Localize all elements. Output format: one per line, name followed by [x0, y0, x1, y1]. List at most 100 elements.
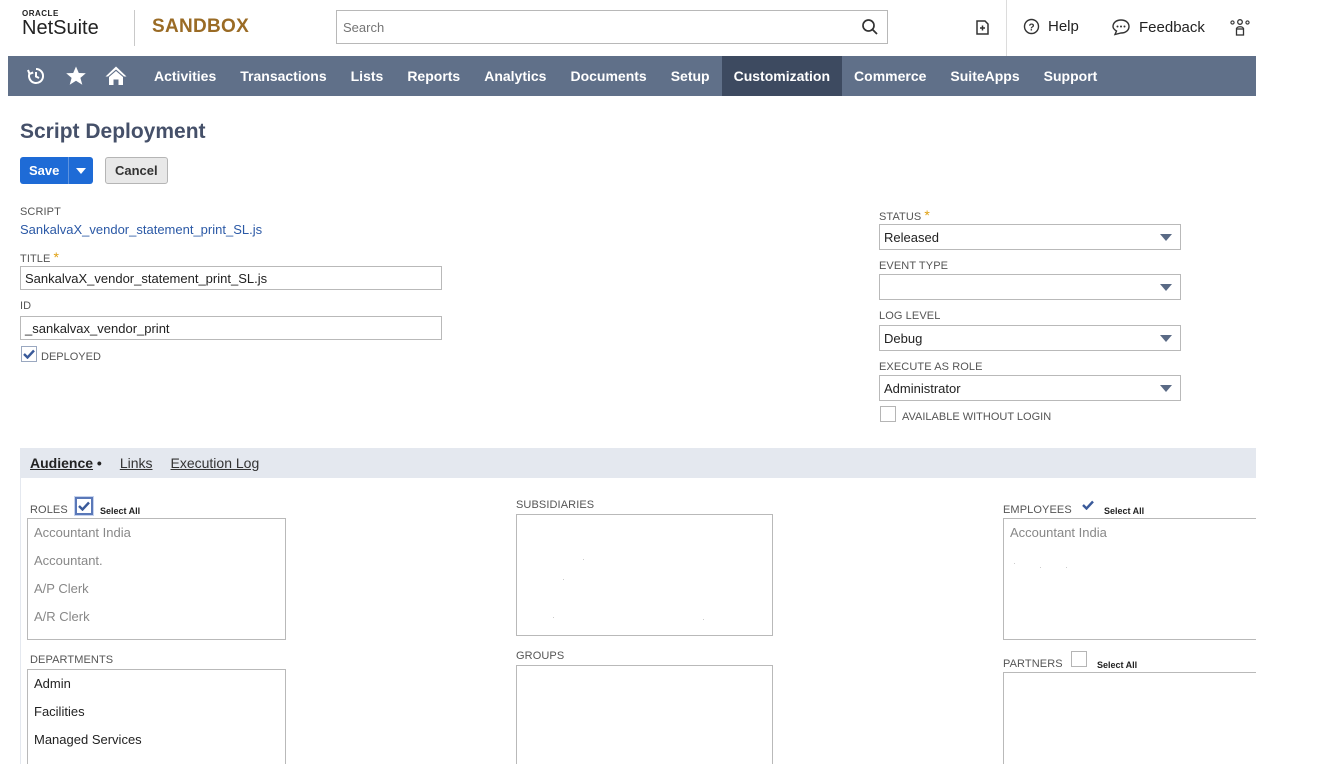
netsuite-wordmark: NetSuite [22, 17, 99, 39]
subtab-bar: Audience • Links Execution Log [20, 448, 1256, 478]
status-label: STATUS * [879, 207, 930, 223]
tab-audience[interactable]: Audience • [30, 455, 102, 471]
execute-as-role-label: EXECUTE AS ROLE [879, 361, 983, 373]
partners-select-all-checkbox[interactable] [1071, 651, 1087, 667]
log-level-select[interactable]: Debug [879, 325, 1181, 351]
search-input[interactable] [337, 11, 837, 43]
groups-listbox[interactable] [516, 665, 773, 764]
user-roles-icon[interactable] [1229, 17, 1251, 37]
chevron-down-icon [76, 167, 87, 174]
netsuite-logo[interactable]: ORACLE NetSuite [22, 9, 99, 40]
title-field[interactable]: SankalvaX_vendor_statement_print_SL.js [20, 266, 442, 290]
list-item[interactable]: Admin [28, 670, 285, 698]
feedback-label: Feedback [1139, 18, 1205, 36]
partners-select-all-label: Select All [1097, 660, 1138, 670]
employees-label: EMPLOYEES [1003, 504, 1072, 516]
help-label: Help [1048, 18, 1079, 35]
log-level-value: Debug [884, 331, 923, 346]
subsidiaries-listbox[interactable] [516, 514, 773, 636]
chevron-down-icon [1160, 335, 1172, 342]
tab-links[interactable]: Links [120, 455, 153, 471]
roles-select-all-checkbox[interactable] [75, 497, 93, 515]
id-field[interactable]: _sankalvax_vendor_print [20, 316, 442, 340]
help-link[interactable]: ? Help [1023, 18, 1079, 35]
tab-links-label: Links [119, 455, 153, 471]
event-type-select[interactable] [879, 274, 1181, 300]
departments-listbox[interactable]: Admin Facilities Managed Services [27, 669, 286, 764]
nav-item-lists[interactable]: Lists [339, 56, 396, 96]
list-item[interactable]: A/R Clerk [28, 603, 285, 631]
save-button-group: Save [20, 157, 94, 184]
list-item[interactable]: Facilities [28, 698, 285, 726]
execute-as-role-select[interactable]: Administrator [879, 375, 1181, 401]
employees-select-all-label: Select All [1104, 506, 1145, 516]
id-label: ID [20, 300, 32, 312]
nav-item-transactions[interactable]: Transactions [228, 56, 338, 96]
list-item[interactable]: Accountant India [1004, 519, 1256, 547]
header-separator [1006, 0, 1007, 56]
global-search [336, 10, 888, 44]
nav-item-reports[interactable]: Reports [395, 56, 472, 96]
faint-dot [703, 619, 704, 620]
tab-execution-log[interactable]: Execution Log [171, 455, 260, 471]
status-select[interactable]: Released [879, 224, 1181, 250]
feedback-icon [1112, 19, 1130, 36]
home-icon[interactable] [96, 56, 136, 96]
nav-item-documents[interactable]: Documents [558, 56, 658, 96]
star-icon[interactable] [56, 56, 96, 96]
event-type-label: EVENT TYPE [879, 260, 949, 272]
nav-item-customization[interactable]: Customization [721, 56, 843, 96]
list-item[interactable]: Accountant. [28, 547, 285, 575]
available-without-login-checkbox[interactable] [880, 406, 896, 422]
required-marker: * [53, 249, 60, 265]
partners-label: PARTNERS [1003, 658, 1063, 670]
title-label: TITLE * [20, 249, 59, 265]
list-item[interactable]: A/P Clerk [28, 575, 285, 603]
checkmark-icon [23, 349, 35, 359]
nav-item-commerce[interactable]: Commerce [842, 56, 938, 96]
nav-item-support[interactable]: Support [1032, 56, 1110, 96]
checkmark-icon [1082, 500, 1094, 510]
logo-divider [134, 10, 135, 46]
cancel-button[interactable]: Cancel [105, 157, 168, 184]
roles-select-all-label: Select All [100, 506, 141, 516]
chevron-down-icon [1160, 234, 1172, 241]
nav-item-suiteapps[interactable]: SuiteApps [938, 56, 1031, 96]
script-label: SCRIPT [20, 206, 61, 218]
available-without-login-label: AVAILABLE WITHOUT LOGIN [902, 411, 1052, 423]
script-link[interactable]: SankalvaX_vendor_statement_print_SL.js [20, 222, 262, 237]
notification-icon[interactable] [972, 17, 992, 37]
tab-execution-log-label: Execution Log [170, 455, 260, 471]
help-icon: ? [1023, 18, 1040, 35]
top-header: ORACLE NetSuite SANDBOX ? Help Feedback [0, 0, 1256, 56]
employees-select-all-checkbox[interactable] [1080, 497, 1096, 513]
faint-dot [563, 579, 564, 580]
required-marker: * [924, 207, 930, 223]
faint-dot [583, 559, 584, 560]
checkmark-icon [78, 501, 90, 511]
chevron-down-icon [1160, 284, 1172, 291]
departments-label: DEPARTMENTS [30, 654, 114, 666]
feedback-link[interactable]: Feedback [1111, 18, 1205, 36]
list-item[interactable]: Accountant India [28, 519, 285, 547]
employees-listbox[interactable]: Accountant India [1003, 518, 1256, 640]
list-item[interactable]: Managed Services [28, 726, 285, 754]
status-label-text: STATUS [879, 211, 922, 223]
nav-item-analytics[interactable]: Analytics [472, 56, 558, 96]
faint-dot [553, 617, 554, 618]
deployed-checkbox[interactable] [21, 346, 37, 362]
tab-audience-label: Audience [30, 455, 94, 471]
save-options-button[interactable] [69, 157, 94, 184]
nav-item-setup[interactable]: Setup [659, 56, 722, 96]
subsidiaries-label: SUBSIDIARIES [516, 499, 595, 511]
partners-listbox[interactable] [1003, 672, 1256, 764]
search-icon[interactable] [861, 18, 879, 36]
deployed-label: DEPLOYED [41, 351, 101, 363]
recent-records-icon[interactable] [16, 56, 56, 96]
faint-dot [1014, 563, 1015, 564]
save-button[interactable]: Save [20, 157, 70, 184]
roles-listbox[interactable]: Accountant India Accountant. A/P Clerk A… [27, 518, 286, 640]
title-label-text: TITLE [20, 253, 51, 265]
chevron-down-icon [1160, 385, 1172, 392]
nav-item-activities[interactable]: Activities [142, 56, 228, 96]
